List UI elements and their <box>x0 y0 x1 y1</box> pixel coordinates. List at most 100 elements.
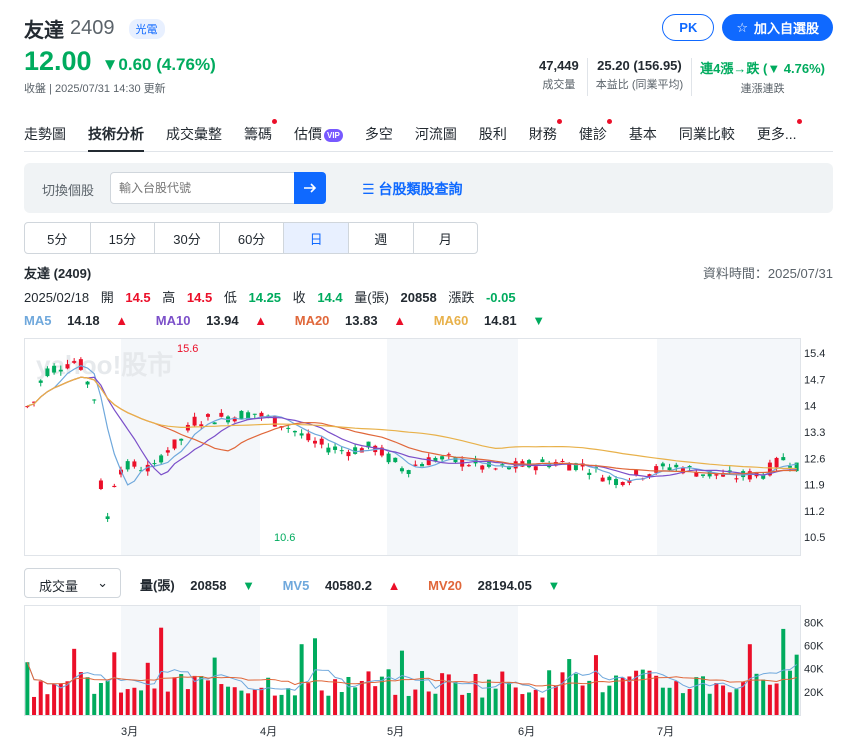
tab-dividend[interactable]: 股利 <box>479 124 507 151</box>
volume-bar <box>654 675 659 715</box>
volume-bar <box>152 688 157 715</box>
volume-bar <box>433 693 438 715</box>
volume-bar <box>620 677 625 715</box>
volume-bar <box>252 689 257 715</box>
volume-bar <box>547 670 552 715</box>
tab-chips[interactable]: 籌碼 <box>244 119 277 151</box>
volume-bar <box>125 689 130 715</box>
tab-trades[interactable]: 成交彙整 <box>166 124 222 151</box>
candle-body <box>654 466 659 473</box>
max-price-label: 15.6 <box>177 343 198 355</box>
volume-chart[interactable]: 80K 60K 40K 20K 3月 4月 5月 6月 7月 <box>24 605 833 739</box>
candle-body <box>72 361 77 363</box>
volume-bar <box>640 669 645 715</box>
volume-bar <box>440 673 445 715</box>
nav-tabs: 走勢圖 技術分析 成交彙整 籌碼 估價 VIP 多空 河流圖 股利 財務 健診 基… <box>24 119 833 152</box>
volume-bar <box>734 689 739 715</box>
month-label: 4月 <box>260 726 277 738</box>
volume-bar <box>279 694 284 715</box>
open-value: 14.5 <box>125 290 151 305</box>
volume-bar <box>794 654 799 715</box>
period-month[interactable]: 月 <box>412 223 478 253</box>
candle-body <box>292 430 297 433</box>
candle-body <box>774 457 779 468</box>
period-week[interactable]: 週 <box>347 223 413 253</box>
stock-header: 友達 2409 光電 <box>24 14 165 43</box>
volume-info: 量(張) 20858 ▼ MV5 40580.2 ▲ MV20 28194.05… <box>140 575 584 594</box>
period-5m[interactable]: 5分 <box>25 223 90 253</box>
tab-technical[interactable]: 技術分析 <box>88 124 144 152</box>
volume-bar <box>179 674 184 715</box>
volume-bar <box>386 669 391 715</box>
candle-body <box>687 466 692 468</box>
volume-bar <box>420 671 425 715</box>
stock-search-input[interactable] <box>110 172 295 204</box>
month-label: 7月 <box>657 726 674 738</box>
industry-tag[interactable]: 光電 <box>128 18 165 39</box>
candle-body <box>199 424 204 427</box>
candle-body <box>219 412 224 417</box>
volume-bar <box>145 662 150 715</box>
volume-bar <box>72 648 77 715</box>
period-15m[interactable]: 15分 <box>89 223 155 253</box>
candle-body <box>493 468 498 470</box>
tab-basic[interactable]: 基本 <box>629 124 657 151</box>
tab-trend[interactable]: 走勢圖 <box>24 124 66 151</box>
tab-more[interactable]: 更多... <box>757 119 802 151</box>
period-60m[interactable]: 60分 <box>218 223 284 253</box>
y-tick-label: 10.5 <box>804 532 825 544</box>
month-label: 5月 <box>387 726 404 738</box>
new-dot <box>796 119 802 124</box>
candle-body <box>132 461 137 467</box>
period-30m[interactable]: 30分 <box>154 223 219 253</box>
tab-finance[interactable]: 財務 <box>529 119 562 151</box>
volume-bar <box>667 687 672 715</box>
candle-body <box>426 457 431 466</box>
search-go-button[interactable] <box>294 172 326 204</box>
volume-bar <box>319 690 324 715</box>
candle-body <box>386 453 391 463</box>
volume-bar <box>353 687 358 715</box>
candle-body <box>346 451 351 457</box>
stock-switcher: 切換個股 ☰ 台股類股查詢 <box>24 163 833 213</box>
indicator-select[interactable]: 成交量 ⌄ <box>24 568 121 598</box>
candle-body <box>399 468 404 472</box>
y-tick-label: 11.2 <box>804 506 825 518</box>
candle-body <box>614 479 619 486</box>
volume-bar <box>507 682 511 715</box>
tab-longshort[interactable]: 多空 <box>365 124 393 151</box>
volume-bar <box>185 689 190 715</box>
tab-peers[interactable]: 同業比較 <box>679 124 735 151</box>
volume-bar <box>701 676 705 715</box>
candle-body <box>500 464 505 466</box>
vol-mv5: MV5 40580.2 ▲ <box>282 578 401 593</box>
tab-valuation[interactable]: 估價 VIP <box>294 124 343 151</box>
candle-body <box>787 466 792 468</box>
add-watchlist-button[interactable]: ☆ 加入自選股 <box>722 14 833 41</box>
candlestick-chart[interactable]: yahoo!股市 15.4 14.7 14 13.3 12.6 11.9 11.2 10.5 15… <box>24 338 833 556</box>
candle-body <box>85 381 90 385</box>
min-price-label: 10.6 <box>274 532 295 544</box>
volume-bar <box>573 673 578 715</box>
tab-river[interactable]: 河流圖 <box>415 124 457 151</box>
category-query-link[interactable]: ☰ 台股類股查詢 <box>362 179 462 199</box>
volume-bar <box>527 692 532 715</box>
period-day[interactable]: 日 <box>283 223 348 253</box>
tab-diagnosis[interactable]: 健診 <box>579 119 612 151</box>
candle-body <box>152 463 157 465</box>
candle-body <box>567 464 572 471</box>
candle-body <box>286 427 291 429</box>
candle-body <box>701 474 705 476</box>
list-icon: ☰ <box>362 181 379 197</box>
candle-body <box>620 481 625 486</box>
volume-bar <box>379 676 384 715</box>
y-tick-label: 15.4 <box>804 348 825 360</box>
candle-body <box>420 464 425 467</box>
volume-bar <box>105 680 110 715</box>
volume-bar <box>767 684 772 715</box>
month-label: 3月 <box>121 726 138 738</box>
volume-bar <box>680 693 685 715</box>
pk-button[interactable]: PK <box>662 14 715 41</box>
ma10: MA10 13.94 ▲ <box>155 313 268 328</box>
volume-bar <box>567 659 572 715</box>
